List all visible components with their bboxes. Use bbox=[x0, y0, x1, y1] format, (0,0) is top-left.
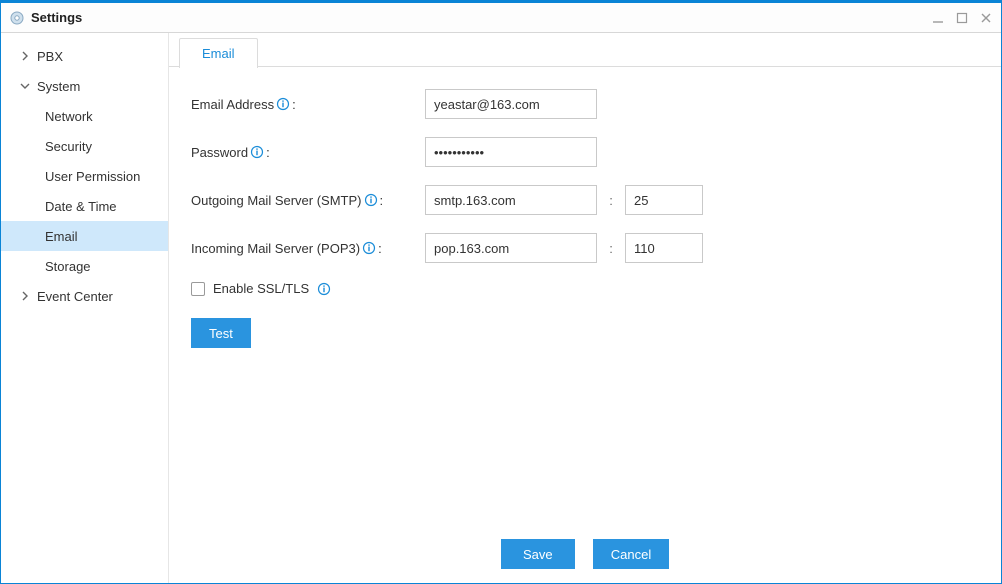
button-label: Save bbox=[523, 547, 553, 562]
port-separator: : bbox=[597, 241, 625, 256]
close-button[interactable] bbox=[979, 11, 993, 25]
sidebar-item-network[interactable]: Network bbox=[1, 101, 168, 131]
info-icon[interactable] bbox=[250, 145, 264, 159]
sidebar-item-label: Network bbox=[45, 109, 93, 124]
test-button[interactable]: Test bbox=[191, 318, 251, 348]
sidebar-item-label: PBX bbox=[37, 49, 63, 64]
window-body: PBX System Network Security User Permiss… bbox=[1, 33, 1001, 583]
info-icon[interactable] bbox=[364, 193, 378, 207]
window-title: Settings bbox=[31, 10, 82, 25]
titlebar: Settings bbox=[1, 3, 1001, 33]
label-colon: : bbox=[266, 145, 270, 160]
chevron-right-icon bbox=[19, 290, 31, 302]
label-password: Password : bbox=[191, 145, 425, 160]
sidebar-item-label: Security bbox=[45, 139, 92, 154]
sidebar-item-label: User Permission bbox=[45, 169, 140, 184]
main-panel: Email Email Address : Pass bbox=[169, 33, 1001, 583]
sidebar-item-label: Date & Time bbox=[45, 199, 117, 214]
label-colon: : bbox=[378, 241, 382, 256]
tab-email[interactable]: Email bbox=[179, 38, 258, 68]
label-text: Outgoing Mail Server (SMTP) bbox=[191, 193, 362, 208]
email-address-input[interactable] bbox=[425, 89, 597, 119]
row-enable-ssl: Enable SSL/TLS bbox=[191, 281, 979, 296]
save-button[interactable]: Save bbox=[501, 539, 575, 569]
sidebar-item-label: Event Center bbox=[37, 289, 113, 304]
pop3-server-input[interactable] bbox=[425, 233, 597, 263]
row-smtp: Outgoing Mail Server (SMTP) : : bbox=[191, 185, 979, 215]
chevron-down-icon bbox=[19, 80, 31, 92]
label-smtp: Outgoing Mail Server (SMTP) : bbox=[191, 193, 425, 208]
window-controls bbox=[931, 11, 993, 25]
port-separator: : bbox=[597, 193, 625, 208]
sidebar-item-event-center[interactable]: Event Center bbox=[1, 281, 168, 311]
enable-ssl-checkbox[interactable] bbox=[191, 282, 205, 296]
row-pop3: Incoming Mail Server (POP3) : : bbox=[191, 233, 979, 263]
sidebar-item-email[interactable]: Email bbox=[1, 221, 168, 251]
settings-icon bbox=[9, 10, 25, 26]
minimize-button[interactable] bbox=[931, 11, 945, 25]
info-icon[interactable] bbox=[317, 282, 331, 296]
label-text: Incoming Mail Server (POP3) bbox=[191, 241, 360, 256]
tab-bar: Email bbox=[169, 33, 1001, 67]
sidebar-item-label: Email bbox=[45, 229, 78, 244]
settings-window: Settings PBX bbox=[0, 0, 1002, 584]
sidebar-item-date-time[interactable]: Date & Time bbox=[1, 191, 168, 221]
sidebar-item-security[interactable]: Security bbox=[1, 131, 168, 161]
info-icon[interactable] bbox=[362, 241, 376, 255]
sidebar-item-label: Storage bbox=[45, 259, 91, 274]
maximize-button[interactable] bbox=[955, 11, 969, 25]
sidebar-item-user-permission[interactable]: User Permission bbox=[1, 161, 168, 191]
button-label: Test bbox=[209, 326, 233, 341]
label-pop3: Incoming Mail Server (POP3) : bbox=[191, 241, 425, 256]
cancel-button[interactable]: Cancel bbox=[593, 539, 669, 569]
row-email-address: Email Address : bbox=[191, 89, 979, 119]
password-input[interactable] bbox=[425, 137, 597, 167]
row-password: Password : bbox=[191, 137, 979, 167]
sidebar: PBX System Network Security User Permiss… bbox=[1, 33, 169, 583]
smtp-server-input[interactable] bbox=[425, 185, 597, 215]
label-colon: : bbox=[292, 97, 296, 112]
label-colon: : bbox=[380, 193, 384, 208]
label-text: Password bbox=[191, 145, 248, 160]
smtp-port-input[interactable] bbox=[625, 185, 703, 215]
sidebar-item-label: System bbox=[37, 79, 80, 94]
titlebar-left: Settings bbox=[9, 10, 931, 26]
chevron-right-icon bbox=[19, 50, 31, 62]
footer-buttons: Save Cancel bbox=[169, 531, 1001, 583]
button-label: Cancel bbox=[611, 547, 651, 562]
label-email-address: Email Address : bbox=[191, 97, 425, 112]
form-area: Email Address : Password : bbox=[169, 67, 1001, 531]
sidebar-item-storage[interactable]: Storage bbox=[1, 251, 168, 281]
sidebar-item-pbx[interactable]: PBX bbox=[1, 41, 168, 71]
info-icon[interactable] bbox=[276, 97, 290, 111]
tab-label: Email bbox=[202, 46, 235, 61]
enable-ssl-label: Enable SSL/TLS bbox=[213, 281, 309, 296]
pop3-port-input[interactable] bbox=[625, 233, 703, 263]
label-text: Email Address bbox=[191, 97, 274, 112]
sidebar-item-system[interactable]: System bbox=[1, 71, 168, 101]
